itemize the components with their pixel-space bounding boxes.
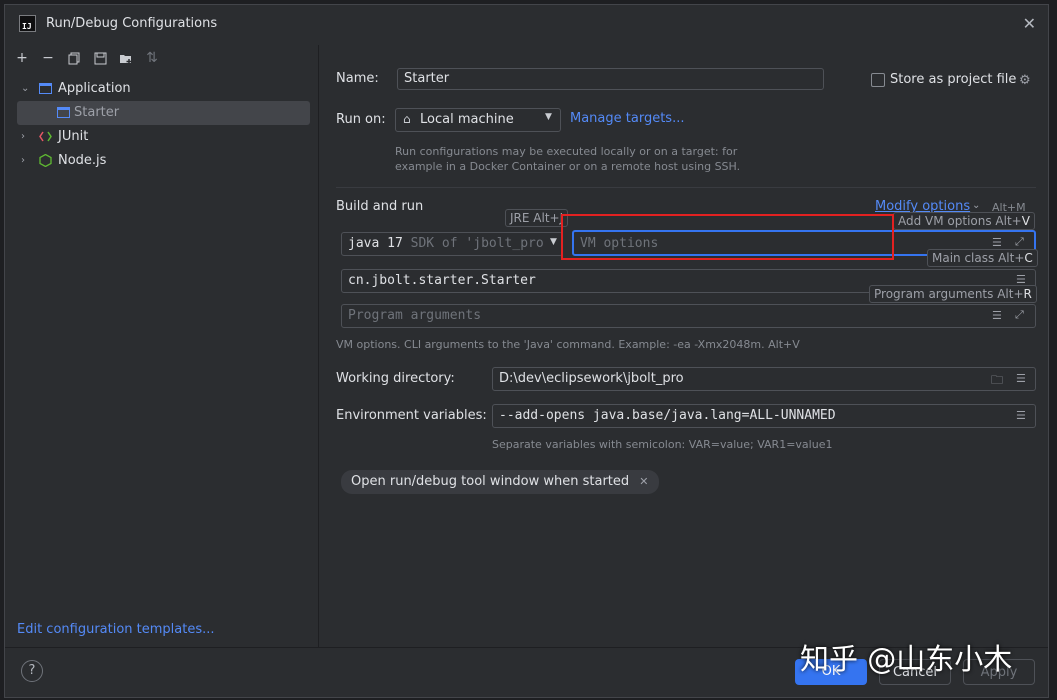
expand-icon[interactable]: ⤢: [1015, 308, 1024, 322]
application-icon: [57, 107, 70, 118]
tree-item-application[interactable]: ⌄ Application: [5, 77, 318, 101]
tree-item-starter[interactable]: Starter: [17, 101, 310, 125]
run-on-hint-line1: Run configurations may be executed local…: [395, 145, 738, 158]
program-args-placeholder: Program arguments: [348, 308, 482, 323]
configuration-tree: ⌄ Application Starter › JUnit › Node.js: [5, 77, 318, 173]
environment-variables-label: Environment variables:: [336, 408, 487, 423]
run-on-value: Local machine: [420, 112, 514, 127]
list-icon[interactable]: ☰: [1016, 409, 1026, 422]
tree-toolbar: + − ⇅: [13, 49, 161, 67]
list-icon[interactable]: ☰: [1016, 372, 1026, 385]
store-project-label: Store as project file: [890, 72, 1017, 87]
divider: [336, 187, 1036, 188]
tree-item-label: Starter: [74, 105, 120, 120]
run-debug-dialog: IJ Run/Debug Configurations ✕ + − ⇅ ⌄ Ap…: [4, 4, 1049, 698]
program-arguments-hint: Program arguments Alt+R: [869, 285, 1037, 303]
folder-add-icon[interactable]: [117, 49, 135, 67]
jre-sdk-text: SDK of 'jbolt_pro: [410, 236, 544, 251]
store-project-checkbox[interactable]: [871, 73, 885, 87]
name-field[interactable]: Starter: [397, 68, 824, 90]
chevron-down-icon[interactable]: ▼: [545, 112, 552, 122]
help-icon[interactable]: ?: [21, 660, 43, 682]
minus-icon[interactable]: −: [39, 49, 57, 67]
save-icon[interactable]: [91, 49, 109, 67]
tree-item-junit[interactable]: › JUnit: [5, 125, 318, 149]
expand-icon[interactable]: ⤢: [1015, 235, 1024, 249]
configuration-form: Name: Starter Store as project file ⚙ Ru…: [319, 45, 1048, 647]
home-icon: ⌂: [403, 112, 411, 126]
close-icon[interactable]: ✕: [1023, 14, 1036, 33]
copy-icon[interactable]: [65, 49, 83, 67]
build-and-run-heading: Build and run: [336, 199, 424, 214]
list-icon[interactable]: ☰: [992, 309, 1002, 322]
run-on-dropdown[interactable]: Local machine: [395, 108, 561, 132]
run-on-label: Run on:: [336, 112, 386, 127]
gear-icon[interactable]: ⚙: [1019, 73, 1031, 88]
chevron-down-icon[interactable]: ▼: [550, 237, 557, 247]
chevron-right-icon[interactable]: ›: [21, 125, 25, 149]
run-on-hint-line2: example in a Docker Container or on a re…: [395, 160, 741, 173]
jre-shortcut-hint: JRE Alt+J: [505, 209, 569, 227]
environment-variables-field[interactable]: --add-opens java.base/java.lang=ALL-UNNA…: [492, 404, 1036, 428]
sort-icon[interactable]: ⇅: [143, 49, 161, 67]
tree-item-nodejs[interactable]: › Node.js: [5, 149, 318, 173]
chip-label: Open run/debug tool window when started: [351, 474, 630, 489]
edit-templates-link[interactable]: Edit configuration templates...: [17, 622, 215, 637]
manage-targets-link[interactable]: Manage targets...: [570, 111, 684, 126]
nodejs-icon: [39, 154, 52, 167]
configurations-pane: + − ⇅ ⌄ Application Starter › JUnit › No…: [5, 45, 319, 647]
working-directory-field[interactable]: D:\dev\eclipsework\jbolt_pro: [492, 367, 1036, 391]
tree-item-label: JUnit: [58, 129, 89, 144]
jre-value: java 17: [348, 236, 403, 251]
chevron-right-icon[interactable]: ›: [21, 149, 25, 173]
window-title: Run/Debug Configurations: [46, 16, 218, 31]
junit-icon: [39, 131, 52, 142]
chevron-down-icon[interactable]: ⌄: [972, 200, 980, 211]
main-class-hint: Main class Alt+C: [927, 249, 1038, 267]
tree-item-label: Node.js: [58, 153, 107, 168]
plus-icon[interactable]: +: [13, 49, 31, 67]
highlight-annotation-box: [561, 214, 894, 260]
list-icon[interactable]: ☰: [992, 236, 1002, 249]
open-tool-window-chip[interactable]: Open run/debug tool window when started …: [341, 470, 659, 494]
watermark: 知乎 @山东小木: [800, 642, 1013, 676]
environment-variables-hint: Separate variables with semicolon: VAR=v…: [492, 438, 833, 451]
close-icon[interactable]: ✕: [639, 475, 648, 488]
vm-options-hint: VM options. CLI arguments to the 'Java' …: [336, 338, 800, 351]
application-icon: [39, 83, 52, 94]
chevron-down-icon[interactable]: ⌄: [21, 77, 29, 101]
add-vm-options-hint: Add VM options Alt+V: [893, 212, 1035, 230]
program-args-field[interactable]: Program arguments: [341, 304, 1036, 328]
working-directory-label: Working directory:: [336, 371, 455, 386]
intellij-logo-icon: IJ: [19, 15, 36, 32]
folder-icon[interactable]: 🗀: [991, 371, 1003, 392]
jre-dropdown[interactable]: java 17 SDK of 'jbolt_pro: [341, 232, 563, 256]
name-label: Name:: [336, 71, 379, 86]
title-bar: IJ Run/Debug Configurations ✕: [5, 5, 1048, 43]
tree-item-label: Application: [58, 81, 131, 96]
